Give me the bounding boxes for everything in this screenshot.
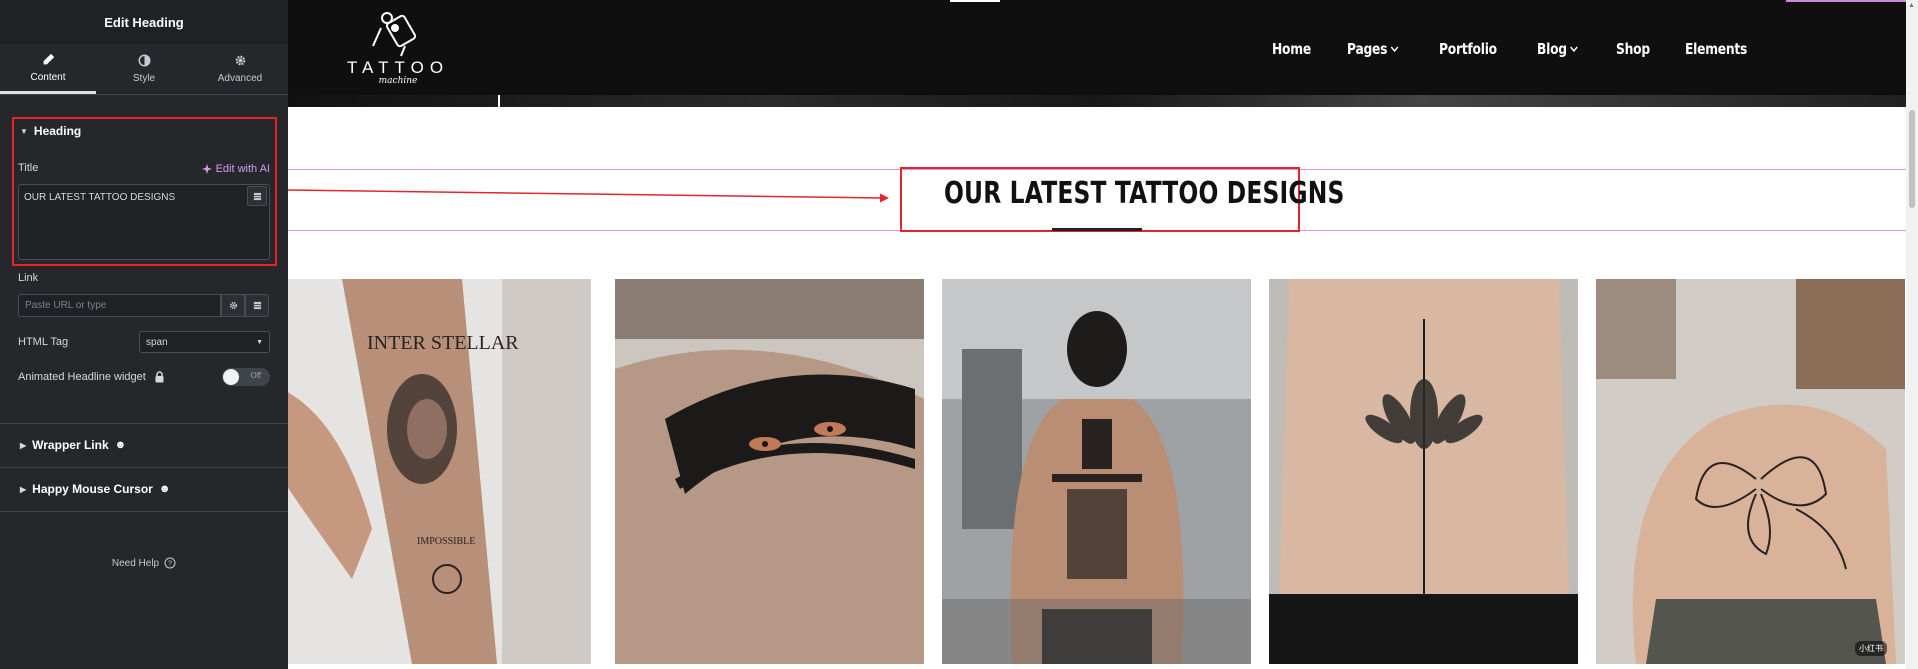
divider <box>0 511 288 512</box>
link-input[interactable] <box>18 294 221 317</box>
wrapper-link-title: Wrapper Link <box>32 438 109 452</box>
site-logo[interactable]: TATTOO machine <box>343 8 453 88</box>
section-heading[interactable]: OUR LATEST TATTOO DESIGNS <box>944 176 1344 211</box>
nav-pages[interactable]: Pages <box>1347 40 1399 58</box>
nav-shop[interactable]: Shop <box>1616 40 1650 58</box>
happy-mouse-cursor-section[interactable]: ▶ Happy Mouse Cursor ☻ <box>20 482 288 496</box>
site-header: TATTOO machine Home Pages Portfolio Blog… <box>288 0 1906 107</box>
caret-down-icon: ▼ <box>256 338 263 346</box>
chevron-down-icon <box>1570 46 1579 53</box>
tattoo-machine-logo-icon <box>372 12 417 57</box>
butterfly-tattoo-image <box>1596 279 1905 664</box>
need-help-link[interactable]: Need Help ? <box>0 557 288 569</box>
tab-advanced[interactable]: Advanced <box>192 44 288 94</box>
header-divider-line <box>498 95 500 107</box>
nav-portfolio[interactable]: Portfolio <box>1439 40 1497 58</box>
nav-elements[interactable]: Elements <box>1685 40 1747 58</box>
nav-pages-label: Pages <box>1347 40 1388 58</box>
gallery-image-armband[interactable] <box>615 279 924 664</box>
lock-icon <box>155 371 164 383</box>
dynamic-tags-button[interactable] <box>247 186 267 206</box>
divider <box>0 423 288 424</box>
link-label: Link <box>18 272 39 284</box>
caret-right-icon: ▶ <box>20 440 27 450</box>
scrollbar-thumb[interactable] <box>1909 110 1915 208</box>
happy-mouse-cursor-title: Happy Mouse Cursor <box>32 482 153 496</box>
title-label: Title <box>18 162 39 174</box>
toggle-knob <box>223 369 239 385</box>
header-image-strip <box>288 95 1906 107</box>
sparkle-icon <box>201 164 212 174</box>
nav-elements-label: Elements <box>1684 40 1747 58</box>
animated-headline-toggle[interactable]: Off <box>222 368 270 386</box>
html-tag-label: HTML Tag <box>18 336 69 348</box>
gallery-image-back-piece[interactable] <box>942 279 1251 664</box>
editor-panel: Edit Heading Content Style Advanced ▼ Hea… <box>0 0 288 669</box>
watermark-badge: 小红书 <box>1855 641 1887 656</box>
database-icon <box>253 301 261 310</box>
page-scrollbar[interactable]: ▲ <box>1906 0 1918 669</box>
gallery-image-spine-lotus[interactable] <box>1269 279 1578 664</box>
heading-section-title: Heading <box>33 124 82 138</box>
happy-addons-icon: ☻ <box>114 439 127 451</box>
nav-shop-label: Shop <box>1615 40 1650 58</box>
link-dynamic-button[interactable] <box>245 294 269 317</box>
html-tag-select[interactable]: span ▼ <box>139 331 270 353</box>
database-icon <box>253 192 261 200</box>
title-textarea[interactable] <box>18 184 270 260</box>
tab-style-label: Style <box>132 73 156 84</box>
panel-title: Edit Heading <box>0 0 288 44</box>
tab-content-label: Content <box>30 71 66 83</box>
svg-text:IMPOSSIBLE: IMPOSSIBLE <box>417 536 475 547</box>
nav-home[interactable]: Home <box>1272 40 1311 58</box>
gear-icon <box>229 301 237 310</box>
contrast-icon <box>137 54 151 67</box>
toggle-text: Off <box>250 371 261 380</box>
scroll-up-arrow-icon[interactable]: ▲ <box>1908 2 1915 9</box>
nav-portfolio-label: Portfolio <box>1438 40 1497 58</box>
heading-underline <box>1052 228 1142 231</box>
html-tag-value: span <box>146 336 168 348</box>
happy-addons-icon: ☻ <box>158 483 171 495</box>
nav-home-label: Home <box>1272 40 1311 58</box>
chevron-down-icon <box>1391 46 1399 53</box>
gallery-image-forearm[interactable]: INTER STELLAR IMPOSSIBLE <box>288 279 591 664</box>
top-indicator <box>950 0 1000 2</box>
animated-headline-label: Animated Headline widget <box>18 371 146 383</box>
panel-tabs: Content Style Advanced <box>0 44 288 95</box>
nav-blog[interactable]: Blog <box>1537 40 1579 58</box>
forearm-tattoo-image: INTER STELLAR IMPOSSIBLE <box>288 279 591 664</box>
edit-with-ai-label: Edit with AI <box>215 163 270 175</box>
spine-lotus-tattoo-image <box>1269 279 1578 664</box>
link-options-button[interactable] <box>221 294 245 317</box>
tab-advanced-label: Advanced <box>217 73 263 84</box>
logo-title: TATTOO <box>346 58 450 77</box>
divider <box>0 467 288 468</box>
tab-style[interactable]: Style <box>96 44 192 94</box>
back-tattoo-image <box>942 279 1251 664</box>
top-indicator <box>1786 0 1906 2</box>
heading-section-header[interactable]: ▼ Heading <box>20 124 288 138</box>
svg-text:?: ? <box>168 561 172 568</box>
need-help-label: Need Help <box>111 557 160 569</box>
svg-text:INTER STELLAR: INTER STELLAR <box>367 332 519 354</box>
nav-blog-label: Blog <box>1537 40 1567 58</box>
wrapper-link-section[interactable]: ▶ Wrapper Link ☻ <box>20 438 288 452</box>
main-nav: Home Pages Portfolio Blog Shop Elements <box>1272 40 1789 58</box>
caret-down-icon: ▼ <box>20 126 28 136</box>
animated-headline-row: Animated Headline widget <box>18 371 165 383</box>
help-circle-icon: ? <box>164 557 176 569</box>
pencil-icon <box>43 53 54 64</box>
edit-with-ai-link[interactable]: Edit with AI <box>201 163 270 175</box>
site-preview: TATTOO machine Home Pages Portfolio Blog… <box>288 0 1906 669</box>
tab-content[interactable]: Content <box>0 44 96 94</box>
gallery-image-butterfly[interactable]: 小红书 <box>1596 279 1905 664</box>
logo-subtitle: machine <box>378 76 418 86</box>
gear-icon <box>235 55 245 66</box>
caret-right-icon: ▶ <box>20 484 27 494</box>
armband-tattoo-image <box>615 279 924 664</box>
